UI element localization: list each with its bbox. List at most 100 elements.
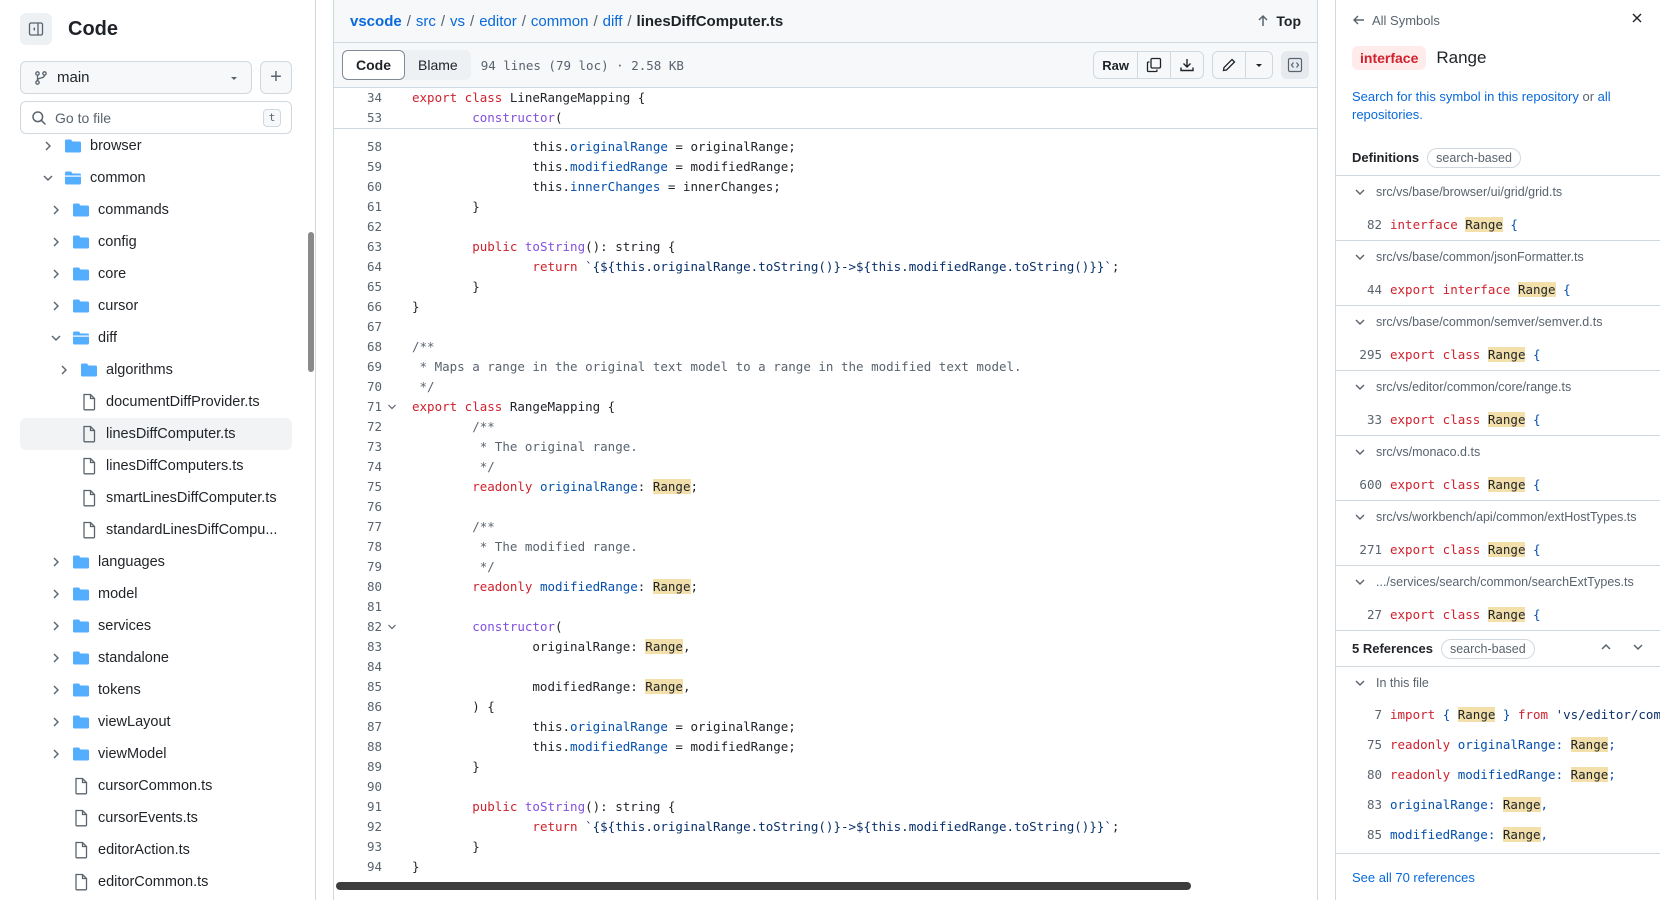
line-number[interactable]: 63 xyxy=(334,237,382,257)
breadcrumb-link[interactable]: common xyxy=(531,13,589,30)
definition-file-header[interactable]: src/vs/base/common/jsonFormatter.ts xyxy=(1336,241,1660,273)
tree-file[interactable]: linesDiffComputers.ts xyxy=(20,450,292,482)
definition-file-header[interactable]: src/vs/monaco.d.ts xyxy=(1336,436,1660,468)
go-to-file-input[interactable] xyxy=(55,109,263,126)
symbols-panel-toggle[interactable] xyxy=(1281,51,1309,79)
symbol-highlight[interactable]: Range xyxy=(1465,216,1503,232)
edit-button[interactable] xyxy=(1213,52,1246,78)
symbol-highlight[interactable]: Range xyxy=(1517,281,1556,297)
tree-folder[interactable]: languages xyxy=(20,546,292,578)
symbol-highlight[interactable]: Range xyxy=(645,639,683,654)
symbol-highlight[interactable]: Range xyxy=(652,479,691,494)
breadcrumb-link[interactable]: editor xyxy=(479,13,517,30)
back-to-top-button[interactable]: Top xyxy=(1256,13,1301,29)
line-number[interactable]: 67 xyxy=(334,317,382,337)
definition-file-header[interactable]: src/vs/editor/common/core/range.ts xyxy=(1336,371,1660,403)
branch-selector[interactable]: main xyxy=(20,61,252,94)
line-number[interactable]: 83 xyxy=(334,637,382,657)
line-number[interactable]: 53 xyxy=(334,108,382,128)
line-number[interactable]: 82 xyxy=(334,617,382,637)
line-number[interactable]: 78 xyxy=(334,537,382,557)
line-number[interactable]: 34 xyxy=(334,88,382,108)
breadcrumb-link[interactable]: diff xyxy=(603,13,623,30)
line-number[interactable]: 80 xyxy=(334,577,382,597)
line-number[interactable]: 86 xyxy=(334,697,382,717)
chevron-right-icon[interactable] xyxy=(56,364,72,376)
tree-file[interactable]: cursorCommon.ts xyxy=(20,770,292,802)
line-number[interactable]: 92 xyxy=(334,817,382,837)
chevron-right-icon[interactable] xyxy=(48,236,64,248)
breadcrumb-link[interactable]: vs xyxy=(450,13,465,30)
close-symbols-button[interactable] xyxy=(1630,11,1644,30)
line-number[interactable]: 88 xyxy=(334,737,382,757)
tree-folder[interactable]: common xyxy=(20,162,292,194)
line-number[interactable]: 65 xyxy=(334,277,382,297)
tree-file[interactable]: smartLinesDiffComputer.ts xyxy=(20,482,292,514)
tree-file[interactable]: standardLinesDiffCompu... xyxy=(20,514,292,546)
chevron-right-icon[interactable] xyxy=(40,140,56,152)
symbol-highlight[interactable]: Range xyxy=(1487,411,1526,427)
edit-options-button[interactable] xyxy=(1246,52,1272,78)
tree-folder[interactable]: browser xyxy=(20,130,292,162)
tree-folder[interactable]: model xyxy=(20,578,292,610)
symbol-highlight[interactable]: Range xyxy=(1487,476,1526,492)
tree-file[interactable]: editorCommon.ts xyxy=(20,866,292,898)
definition-file-header[interactable]: src/vs/base/browser/ui/grid/grid.ts xyxy=(1336,176,1660,208)
tree-folder[interactable]: cursor xyxy=(20,290,292,322)
tab-blame[interactable]: Blame xyxy=(405,50,471,80)
tree-folder[interactable]: algorithms xyxy=(20,354,292,386)
all-symbols-link[interactable]: All Symbols xyxy=(1352,13,1440,28)
symbol-highlight[interactable]: Range xyxy=(1502,796,1541,812)
definition-code-line[interactable]: 44 export interface Range { xyxy=(1336,273,1660,305)
line-number[interactable]: 61 xyxy=(334,197,382,217)
line-number[interactable]: 60 xyxy=(334,177,382,197)
line-number[interactable]: 64 xyxy=(334,257,382,277)
line-number[interactable]: 77 xyxy=(334,517,382,537)
line-number[interactable]: 93 xyxy=(334,837,382,857)
symbol-highlight[interactable]: Range xyxy=(1570,736,1609,752)
symbol-highlight[interactable]: Range xyxy=(1570,766,1609,782)
tree-file[interactable]: cursorEvents.ts xyxy=(20,802,292,834)
tree-file[interactable]: linesDiffComputer.ts xyxy=(20,418,292,450)
line-number[interactable]: 72 xyxy=(334,417,382,437)
copy-raw-button[interactable] xyxy=(1138,52,1171,78)
line-number[interactable]: 84 xyxy=(334,657,382,677)
symbol-highlight[interactable]: Range xyxy=(1457,706,1496,722)
line-number[interactable]: 62 xyxy=(334,217,382,237)
line-number[interactable]: 76 xyxy=(334,497,382,517)
symbol-highlight[interactable]: Range xyxy=(1487,346,1526,362)
download-button[interactable] xyxy=(1171,52,1203,78)
line-number[interactable]: 69 xyxy=(334,357,382,377)
line-number[interactable]: 91 xyxy=(334,797,382,817)
line-number[interactable]: 81 xyxy=(334,597,382,617)
reference-item[interactable]: 80 readonly modifiedRange: Range; xyxy=(1336,759,1660,789)
symbol-highlight[interactable]: Range xyxy=(652,579,691,594)
collapse-sidebar-button[interactable] xyxy=(20,13,52,45)
chevron-right-icon[interactable] xyxy=(48,652,64,664)
definition-code-line[interactable]: 82 interface Range { xyxy=(1336,208,1660,240)
chevron-right-icon[interactable] xyxy=(48,684,64,696)
chevron-down-icon[interactable] xyxy=(40,172,56,184)
file-tree-scrollbar[interactable] xyxy=(308,232,314,372)
symbol-highlight[interactable]: Range xyxy=(1502,826,1541,842)
line-number[interactable]: 58 xyxy=(334,137,382,157)
chevron-right-icon[interactable] xyxy=(48,588,64,600)
tree-folder[interactable]: viewModel xyxy=(20,738,292,770)
chevron-down-icon[interactable] xyxy=(48,332,64,344)
reference-item[interactable]: 85 modifiedRange: Range, xyxy=(1336,819,1660,849)
definition-code-line[interactable]: 295 export class Range { xyxy=(1336,338,1660,370)
fold-chevron-icon[interactable] xyxy=(382,617,402,637)
chevron-right-icon[interactable] xyxy=(48,556,64,568)
line-number[interactable]: 75 xyxy=(334,477,382,497)
definition-code-line[interactable]: 271 export class Range { xyxy=(1336,533,1660,565)
line-number[interactable]: 71 xyxy=(334,397,382,417)
tree-file[interactable]: editorAction.ts xyxy=(20,834,292,866)
line-number[interactable]: 59 xyxy=(334,157,382,177)
raw-button[interactable]: Raw xyxy=(1094,52,1138,78)
line-number[interactable]: 89 xyxy=(334,757,382,777)
chevron-right-icon[interactable] xyxy=(48,620,64,632)
tree-file[interactable]: documentDiffProvider.ts xyxy=(20,386,292,418)
tree-folder[interactable]: standalone xyxy=(20,642,292,674)
reference-item[interactable]: 75 readonly originalRange: Range; xyxy=(1336,729,1660,759)
line-number[interactable]: 94 xyxy=(334,857,382,877)
